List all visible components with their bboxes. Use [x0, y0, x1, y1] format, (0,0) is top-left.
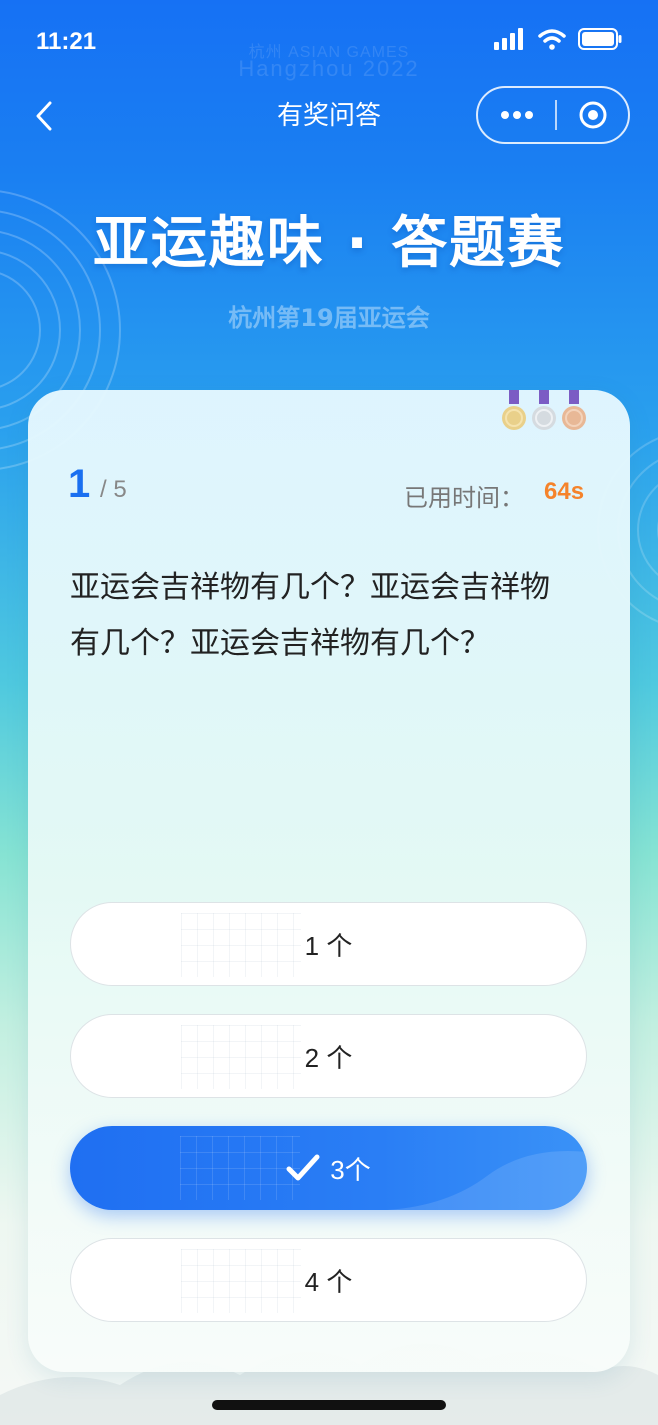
back-button[interactable] — [28, 96, 60, 136]
gold-medal-icon — [502, 390, 526, 430]
option-label: 4 个 — [304, 1266, 353, 1297]
quiz-screen: 11:21 杭州 ASIAN GAMES Hangzhou 2022 有奖问答 — [0, 0, 658, 1425]
close-button[interactable] — [557, 88, 628, 142]
option-label: 1 个 — [304, 930, 353, 961]
option-grid-pattern — [181, 1025, 301, 1089]
target-close-icon — [579, 101, 606, 129]
hero-subtitle: 杭州第19届亚运会 — [228, 304, 430, 332]
option-2-button[interactable]: 2 个 — [70, 1014, 587, 1098]
option-grid-pattern — [181, 1249, 301, 1313]
bronze-medal-icon — [562, 390, 586, 430]
question-text: 亚运会吉祥物有几个？亚运会吉祥物有几个？亚运会吉祥物有几个？ — [70, 570, 550, 661]
chevron-left-icon — [36, 101, 52, 131]
home-indicator — [212, 1400, 446, 1410]
quiz-card — [28, 390, 630, 1372]
hero-title: 亚运趣味 · 答题赛 — [92, 211, 566, 276]
medals-decoration — [500, 390, 588, 432]
option-1-button[interactable]: 1 个 — [70, 902, 587, 986]
option-wave-decoration — [387, 1151, 587, 1210]
watermark-line2: Hangzhou 2022 — [238, 56, 420, 81]
more-dots-icon — [500, 111, 533, 119]
option-3-button-selected[interactable]: 3个 — [70, 1126, 587, 1210]
mini-program-capsule — [476, 86, 630, 144]
silver-medal-icon — [532, 390, 556, 430]
option-grid-pattern — [180, 1136, 300, 1200]
timer-value: 64s — [544, 478, 585, 505]
option-label: 3个 — [330, 1154, 371, 1185]
option-label: 2 个 — [304, 1042, 353, 1073]
option-grid-pattern — [181, 913, 301, 977]
timer-label: 已用时间： — [404, 484, 524, 512]
question-number: 1 — [68, 462, 91, 506]
option-4-button[interactable]: 4 个 — [70, 1238, 587, 1322]
check-icon — [286, 1154, 320, 1182]
question-total: / 5 — [100, 476, 127, 503]
more-button[interactable] — [478, 88, 555, 142]
